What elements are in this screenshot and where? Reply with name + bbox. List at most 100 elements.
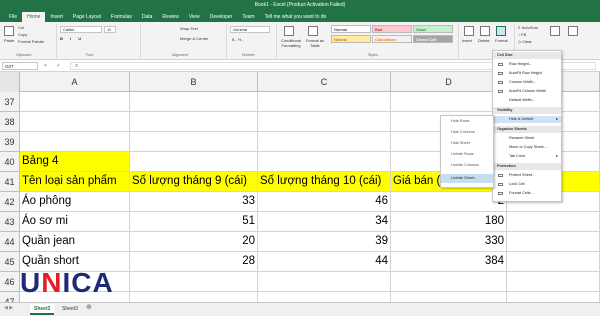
conditional-formatting-button[interactable]: Conditional Formatting: [278, 38, 304, 48]
cell-b43[interactable]: 51: [130, 212, 258, 232]
font-size-select[interactable]: 11: [104, 26, 116, 33]
cell-b45[interactable]: 28: [130, 252, 258, 272]
cell-a42[interactable]: Áo phông: [20, 192, 130, 212]
conditional-formatting-icon[interactable]: [284, 26, 294, 36]
style-good[interactable]: Good: [413, 25, 453, 33]
row-header-44[interactable]: 44: [0, 232, 20, 252]
wrap-text-button[interactable]: Wrap Text: [180, 26, 198, 31]
cell-d45[interactable]: 384: [391, 252, 507, 272]
format-as-table-icon[interactable]: [308, 26, 318, 36]
row-header-43[interactable]: 43: [0, 212, 20, 232]
delete-cells-button[interactable]: Delete: [478, 38, 490, 43]
row-header-46[interactable]: 46: [0, 272, 20, 292]
style-normal[interactable]: Normal: [331, 25, 371, 33]
style-bad[interactable]: Bad: [372, 25, 412, 33]
cell-d43[interactable]: 180: [391, 212, 507, 232]
format-cells-icon[interactable]: [496, 26, 506, 36]
row-header-42[interactable]: 42: [0, 192, 20, 212]
cell-c45[interactable]: 44: [258, 252, 391, 272]
row-header-37[interactable]: 37: [0, 92, 20, 112]
cell-c39[interactable]: [258, 132, 391, 152]
number-format-select[interactable]: General: [230, 26, 270, 33]
cell-b42[interactable]: 33: [130, 192, 258, 212]
format-painter-button[interactable]: Format Painter: [18, 39, 44, 44]
row-header-45[interactable]: 45: [0, 252, 20, 272]
cut-button[interactable]: Cut: [18, 25, 24, 30]
row-header-40[interactable]: 40: [0, 152, 20, 172]
insert-cells-button[interactable]: Insert: [462, 38, 472, 43]
cell-b46[interactable]: [130, 272, 258, 292]
cell-c40[interactable]: [258, 152, 391, 172]
cell-c46[interactable]: [258, 272, 391, 292]
sheet-tab-sheet2[interactable]: Sheet2: [30, 304, 55, 315]
cell-c41[interactable]: Số lượng tháng 10 (cái): [258, 172, 391, 192]
sheet-tab-sheet3[interactable]: Sheet3: [58, 304, 82, 315]
submenu-unhide-sheet[interactable]: Unhide Sheet...: [441, 174, 493, 183]
select-all-corner[interactable]: [0, 72, 20, 92]
submenu-hide-columns[interactable]: Hide Columns: [441, 128, 493, 137]
cell-e45[interactable]: [507, 252, 600, 272]
menu-column-width[interactable]: Column Width...: [493, 79, 561, 86]
submenu-unhide-rows[interactable]: Unhide Rows: [441, 150, 493, 159]
cell-b41[interactable]: Số lượng tháng 9 (cái): [130, 172, 258, 192]
row-header-38[interactable]: 38: [0, 112, 20, 132]
find-select-icon[interactable]: [568, 26, 578, 36]
cell-c43[interactable]: 34: [258, 212, 391, 232]
tab-home[interactable]: Home: [22, 12, 46, 22]
row-header-39[interactable]: 39: [0, 132, 20, 152]
row-header-41[interactable]: 41: [0, 172, 20, 192]
cell-b38[interactable]: [130, 112, 258, 132]
copy-button[interactable]: Copy: [18, 32, 27, 37]
style-neutral[interactable]: Neutral: [331, 35, 371, 43]
menu-hide-unhide[interactable]: Hide & Unhide ▸: [493, 116, 561, 123]
cell-a43[interactable]: Áo sơ mi: [20, 212, 130, 232]
fill-button[interactable]: ↓ Fill: [518, 32, 526, 37]
column-header-a[interactable]: A: [20, 72, 130, 92]
merge-center-button[interactable]: Merge & Center: [180, 36, 208, 41]
delete-cells-icon[interactable]: [480, 26, 490, 36]
menu-rename-sheet[interactable]: Rename Sheet: [493, 135, 561, 142]
format-cells-button[interactable]: Format: [495, 38, 508, 43]
cell-a37[interactable]: [20, 92, 130, 112]
tab-view[interactable]: View: [184, 12, 205, 22]
clear-button[interactable]: ◇ Clear: [518, 39, 532, 44]
tab-page-layout[interactable]: Page Layout: [68, 12, 106, 22]
cell-e46[interactable]: [507, 272, 600, 292]
tab-insert[interactable]: Insert: [45, 12, 68, 22]
cell-c37[interactable]: [258, 92, 391, 112]
bold-italic-underline-icons[interactable]: B I U: [60, 36, 84, 41]
cell-d46[interactable]: [391, 272, 507, 292]
cell-b40[interactable]: [130, 152, 258, 172]
number-format-icons[interactable]: $ - % ,: [232, 37, 244, 42]
submenu-unhide-columns[interactable]: Unhide Columns: [441, 161, 493, 170]
insert-cells-icon[interactable]: [464, 26, 474, 36]
tab-review[interactable]: Review: [157, 12, 183, 22]
cell-c42[interactable]: 46: [258, 192, 391, 212]
menu-move-copy-sheet[interactable]: Move or Copy Sheet...: [493, 144, 561, 151]
menu-autofit-row[interactable]: AutoFit Row Height: [493, 70, 561, 77]
paste-icon[interactable]: [4, 26, 14, 36]
cell-d42[interactable]: 2: [391, 192, 507, 212]
tab-file[interactable]: File: [4, 12, 22, 22]
tab-developer[interactable]: Developer: [205, 12, 238, 22]
menu-row-height[interactable]: Row Height...: [493, 61, 561, 68]
menu-lock-cell[interactable]: Lock Cell: [493, 181, 561, 188]
cell-a38[interactable]: [20, 112, 130, 132]
tell-me-box[interactable]: Tell me what you want to do: [260, 12, 332, 22]
tab-formulas[interactable]: Formulas: [106, 12, 137, 22]
autosum-button[interactable]: Σ AutoSum: [518, 25, 538, 30]
cell-c38[interactable]: [258, 112, 391, 132]
cell-a41[interactable]: Tên loại sản phẩm: [20, 172, 130, 192]
cell-b39[interactable]: [130, 132, 258, 152]
style-calculation[interactable]: Calculation: [372, 35, 412, 43]
cell-a40[interactable]: Bảng 4: [20, 152, 130, 172]
style-check-cell[interactable]: Check Cell: [413, 35, 453, 43]
menu-protect-sheet[interactable]: Protect Sheet...: [493, 172, 561, 179]
tab-data[interactable]: Data: [137, 12, 158, 22]
menu-default-width[interactable]: Default Width...: [493, 97, 561, 104]
cell-d44[interactable]: 330: [391, 232, 507, 252]
menu-format-cells[interactable]: Format Cells...: [493, 190, 561, 197]
submenu-hide-rows[interactable]: Hide Rows: [441, 117, 493, 126]
tab-team[interactable]: Team: [237, 12, 259, 22]
menu-tab-color[interactable]: Tab Color ▸: [493, 153, 561, 160]
